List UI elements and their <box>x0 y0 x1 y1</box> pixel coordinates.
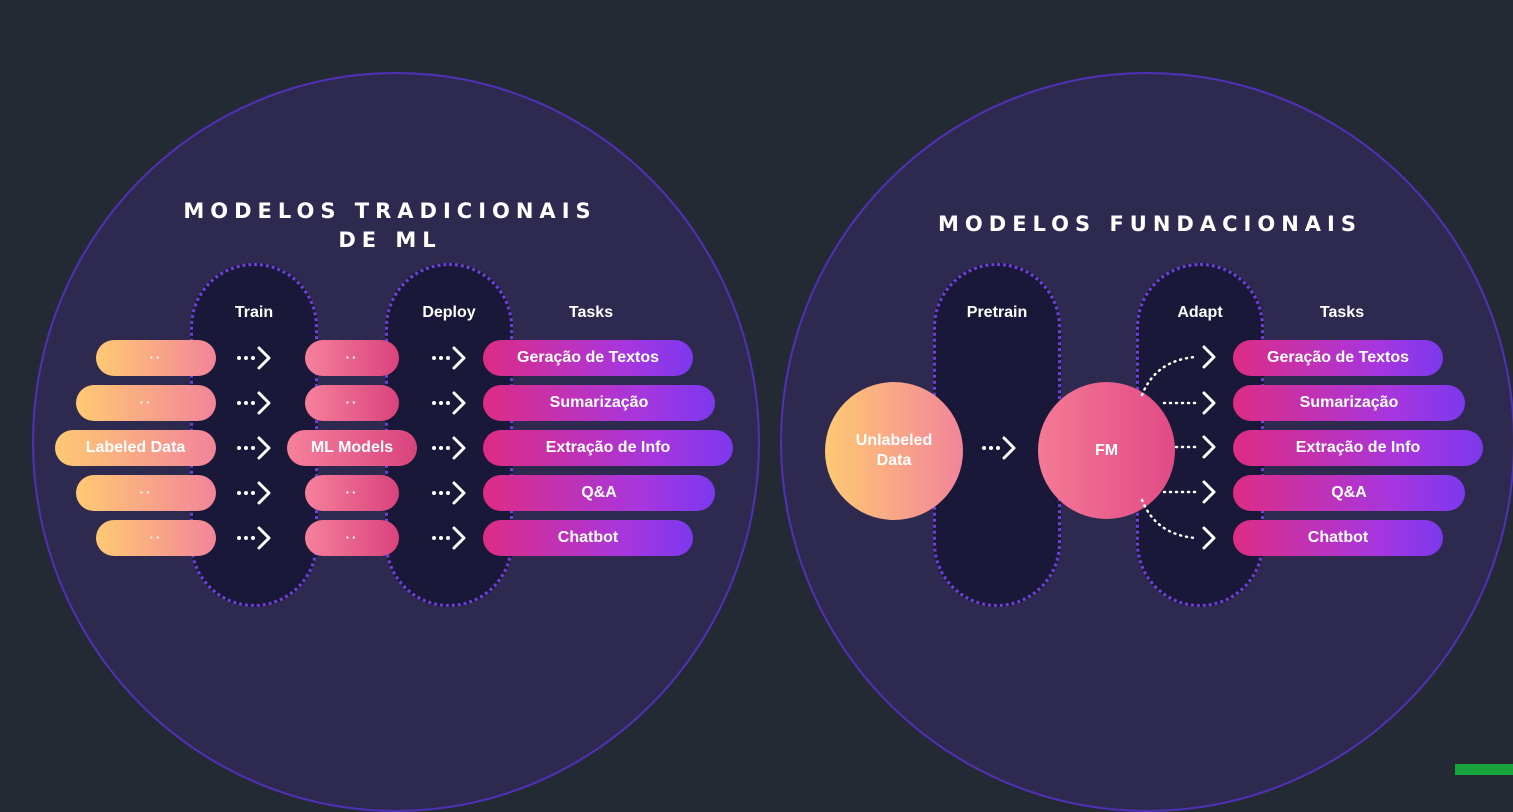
deploy-arrow-1 <box>432 346 466 370</box>
model-pill-2: ·· <box>305 385 399 421</box>
task-pill-summarization-right: Sumarização <box>1233 385 1465 421</box>
task-pill-generation-left: Geração de Textos <box>483 340 693 376</box>
train-arrow-1 <box>237 346 271 370</box>
train-arrow-2 <box>237 391 271 415</box>
deploy-arrow-3 <box>432 436 466 460</box>
pretrain-arrow <box>982 436 1016 460</box>
foundational-title: MODELOS FUNDACIONAIS <box>938 212 1362 236</box>
data-pill-5: ·· <box>96 520 216 556</box>
task-pill-summarization-left: Sumarização <box>483 385 715 421</box>
train-arrow-5 <box>237 526 271 550</box>
fm-label: FM <box>1094 441 1119 459</box>
task-pill-chatbot-right: Chatbot <box>1233 520 1443 556</box>
traditional-title-line2: DE ML <box>338 228 442 252</box>
traditional-title-line1: MODELOS TRADICIONAIS <box>183 199 597 223</box>
ml-models-pill: ML Models <box>287 430 417 466</box>
deploy-arrow-5 <box>432 526 466 550</box>
tasks-label-right: Tasks <box>1319 304 1365 321</box>
task-pill-qa-right: Q&A <box>1233 475 1465 511</box>
task-pill-chatbot-left: Chatbot <box>483 520 693 556</box>
data-pill-4: ·· <box>76 475 216 511</box>
data-pill-1: ·· <box>96 340 216 376</box>
deploy-arrow-4 <box>432 481 466 505</box>
tasks-label-left: Tasks <box>568 304 614 321</box>
train-label: Train <box>234 304 274 321</box>
labeled-data-pill: Labeled Data <box>55 430 216 466</box>
corner-badge <box>1455 764 1513 775</box>
adapt-fan-connectors <box>1140 345 1216 550</box>
task-pill-extraction-left: Extração de Info <box>483 430 733 466</box>
model-pill-4: ·· <box>305 475 399 511</box>
unlabeled-data-circle: Unlabeled Data <box>825 382 963 520</box>
traditional-title: MODELOS TRADICIONAIS DE ML <box>180 197 600 255</box>
adapt-label: Adapt <box>1177 304 1223 321</box>
deploy-label: Deploy <box>422 304 476 321</box>
train-arrow-4 <box>237 481 271 505</box>
train-arrow-3 <box>237 436 271 460</box>
task-pill-extraction-right: Extração de Info <box>1233 430 1483 466</box>
model-pill-5: ·· <box>305 520 399 556</box>
task-pill-qa-left: Q&A <box>483 475 715 511</box>
unlabeled-data-label: Unlabeled Data <box>855 432 933 469</box>
model-pill-1: ·· <box>305 340 399 376</box>
pretrain-label: Pretrain <box>966 304 1028 321</box>
deploy-arrow-2 <box>432 391 466 415</box>
data-pill-2: ·· <box>76 385 216 421</box>
task-pill-generation-right: Geração de Textos <box>1233 340 1443 376</box>
